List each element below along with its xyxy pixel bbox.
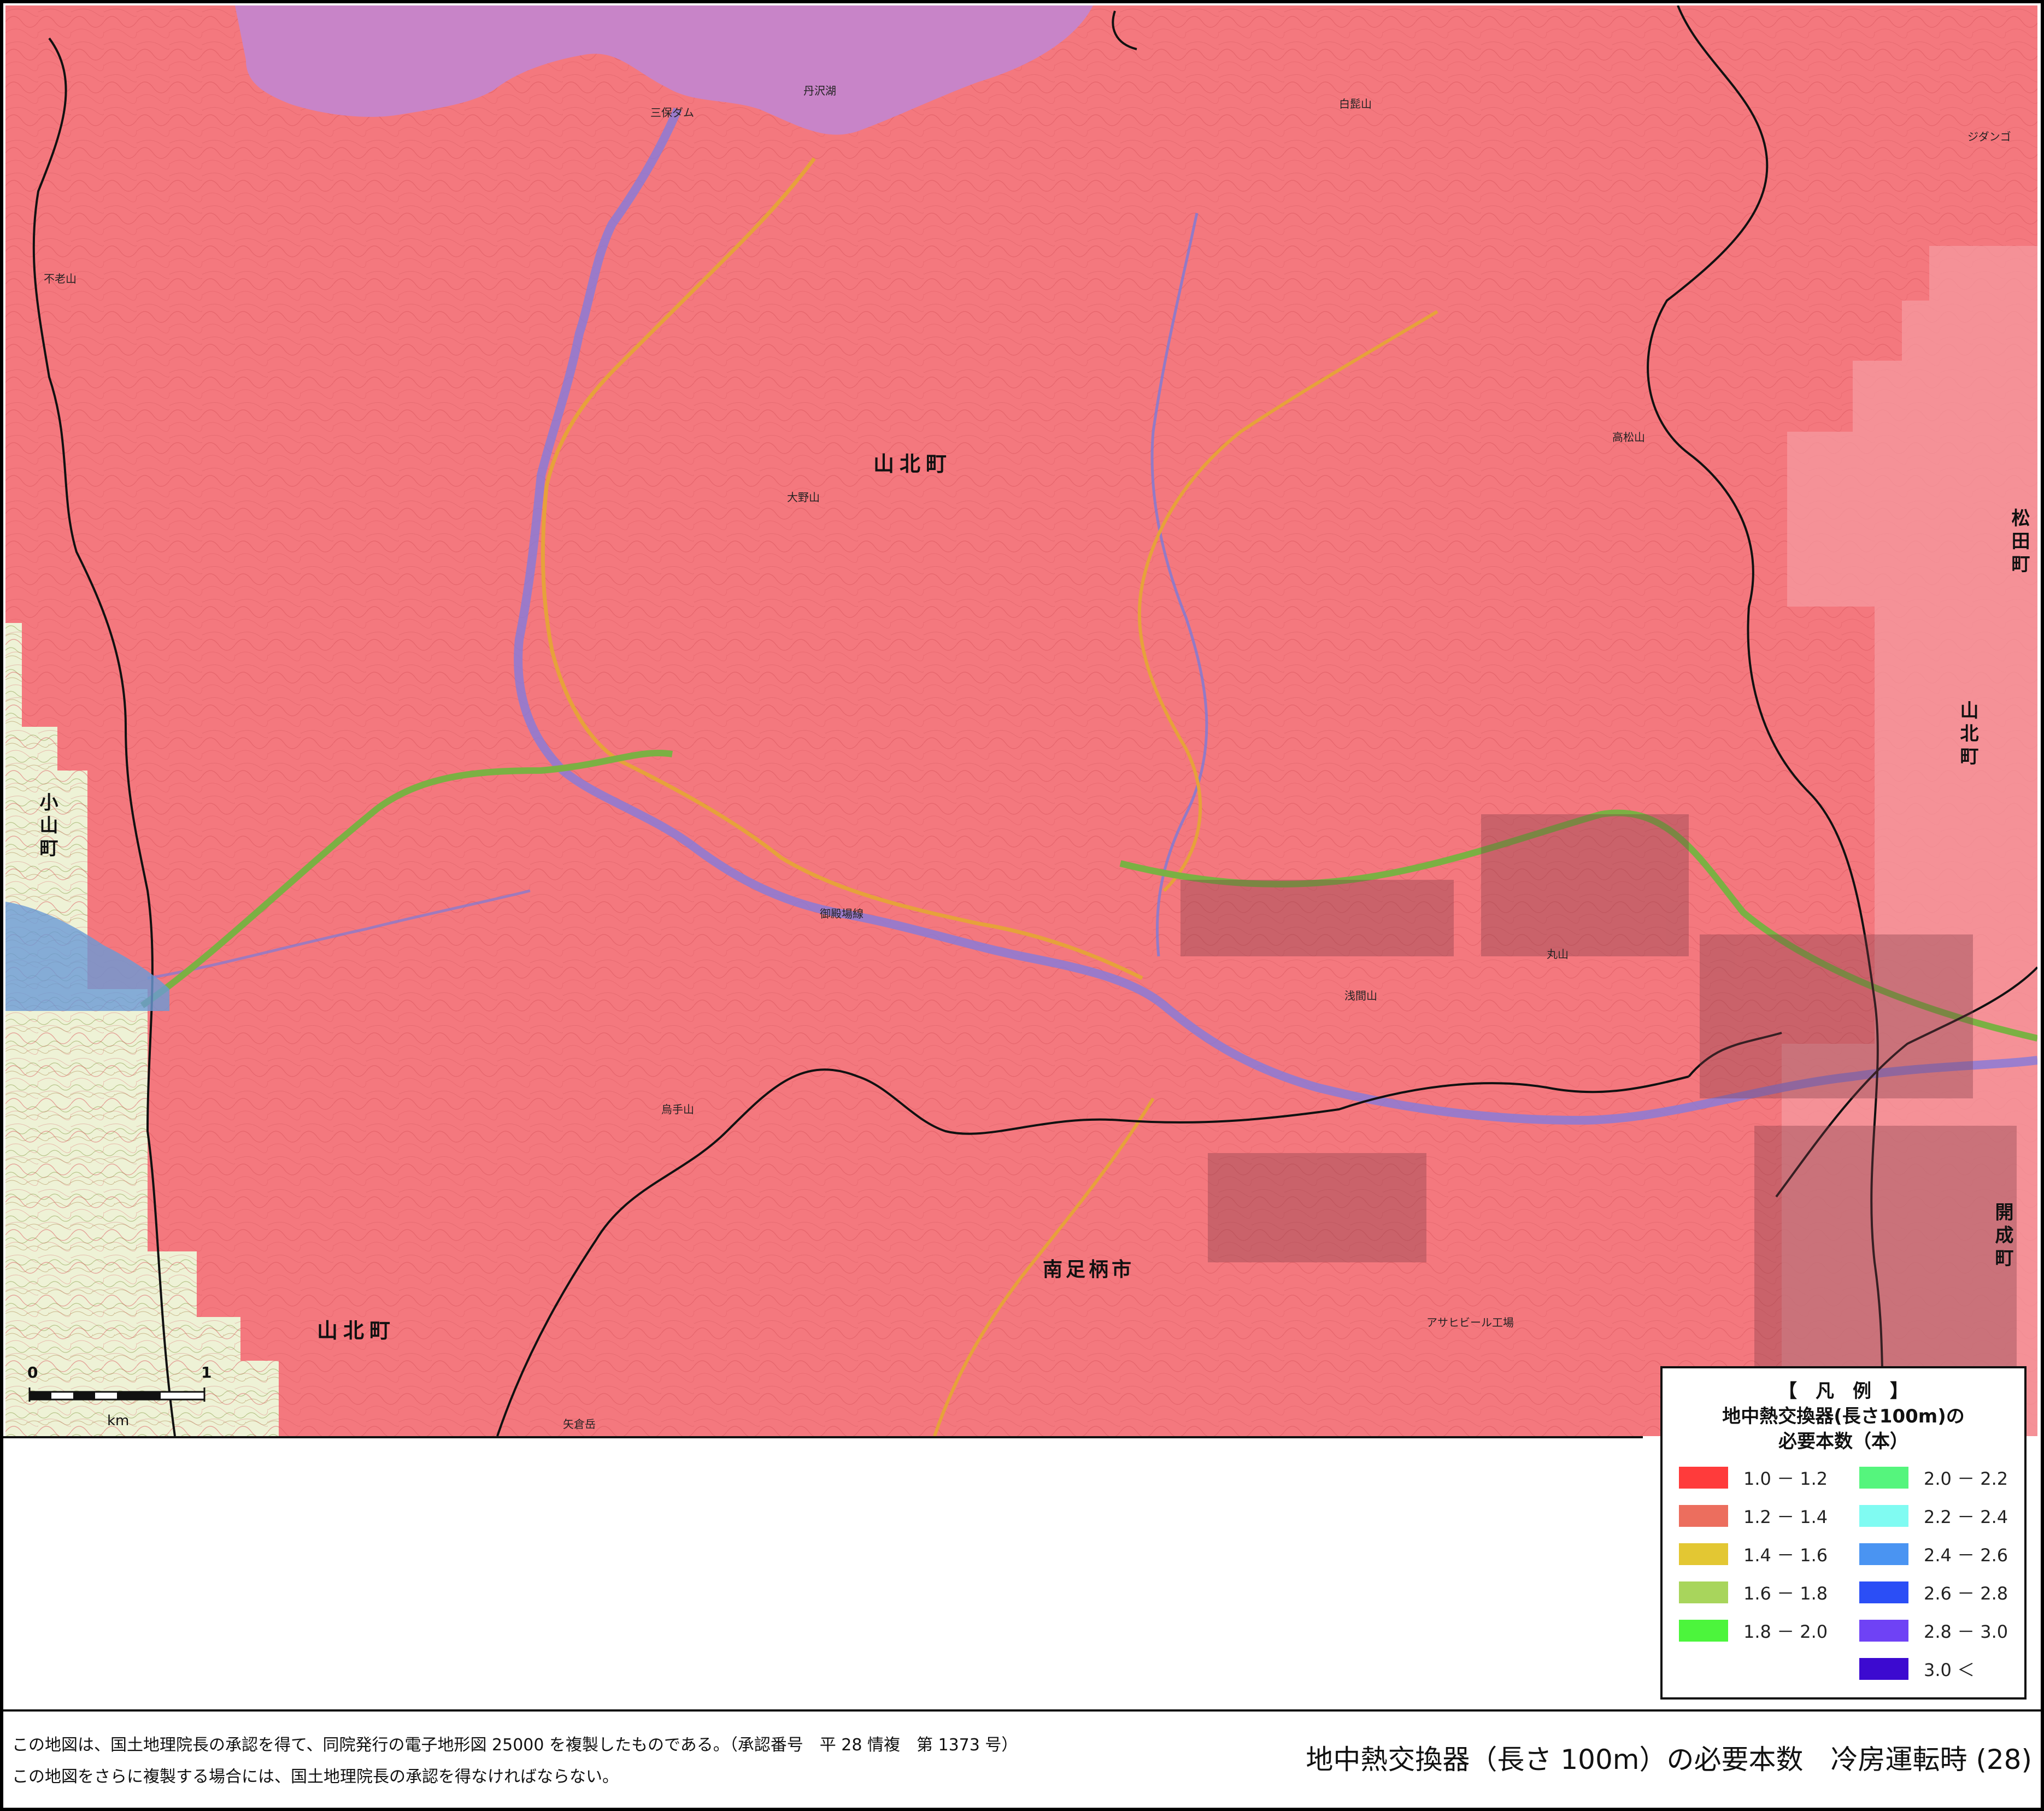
legend-label: 1.2 － 1.4 [1743, 1507, 1828, 1527]
feature-label-asahi-beer: アサヒビール工場 [1426, 1316, 1514, 1329]
legend-item: 1.2 － 1.4 [1679, 1504, 1828, 1528]
map-bottom-border [3, 1436, 1643, 1438]
place-label-matsuda: 松田町 [2008, 508, 2030, 577]
feature-label-sengen: 浅間山 [1344, 989, 1377, 1002]
legend-item: 2.0 － 2.2 [1859, 1466, 2008, 1490]
legend-swatch [1679, 1620, 1728, 1642]
legend-swatch [1679, 1581, 1728, 1603]
place-label-minamiashigara: 南足柄市 [1043, 1259, 1135, 1281]
copyright-note: この地図は、国土地理院長の承認を得て、同院発行の電子地形図 25000 を複製し… [12, 1736, 1018, 1755]
legend-item: 1.0 － 1.2 [1679, 1466, 1828, 1490]
legend-swatch [1859, 1543, 1908, 1565]
legend-swatch [1859, 1505, 1908, 1527]
legend-label: 2.4 － 2.6 [1924, 1545, 2008, 1566]
legend-title-line2: 必要本数（本） [1778, 1431, 1908, 1453]
legend-item: 2.6 － 2.8 [1859, 1580, 2008, 1604]
legend-label: 2.0 － 2.2 [1924, 1468, 2008, 1489]
legend-item: 1.4 － 1.6 [1679, 1542, 1828, 1566]
map-graphics [5, 5, 2037, 1436]
place-label-yamakita-center: 山北町 [873, 452, 953, 476]
feature-label-yagura: 矢倉岳 [563, 1418, 596, 1431]
legend-label: 1.4 － 1.6 [1743, 1545, 1828, 1566]
legend-item: 1.8 － 2.0 [1679, 1619, 1828, 1643]
scale-unit-label: km [107, 1413, 130, 1429]
scale-one-label: 1 [201, 1363, 212, 1381]
place-label-kaisei: 開成町 [1992, 1202, 2013, 1271]
legend-label: 1.6 － 1.8 [1743, 1583, 1828, 1604]
feature-label-maru: 丸山 [1547, 948, 1569, 961]
feature-label-oono: 大野山 [787, 491, 820, 504]
legend-label: 2.6 － 2.8 [1924, 1583, 2008, 1604]
place-label-yamakita-east: 山北町 [1957, 701, 1978, 769]
feature-label-jidanko: ジダンゴ [1967, 130, 2011, 143]
map-canvas[interactable]: 山北町 山北町 山北町 小山町 松田町 南足柄市 開成町 白髭山 高松山 大野山… [5, 5, 2037, 1436]
scale-bar-graphic [28, 1387, 205, 1402]
legend-swatch [1859, 1658, 1908, 1680]
legend-item: 3.0 ＜ [1859, 1657, 1975, 1681]
legend-swatch [1679, 1467, 1728, 1489]
feature-label-shiraishi: 白髭山 [1339, 97, 1372, 110]
feature-label-fuhaku: 不老山 [44, 272, 77, 285]
legend-swatch [1679, 1505, 1728, 1527]
legend-swatch [1859, 1620, 1908, 1642]
legend-label: 1.0 － 1.2 [1743, 1468, 1828, 1489]
legend-item: 2.8 － 3.0 [1859, 1619, 2008, 1643]
legend-swatch [1679, 1543, 1728, 1565]
map-title: 地中熱交換器（長さ 100m）の必要本数 冷房運転時 (28) [1306, 1744, 2032, 1775]
feature-label-eboshi: 烏手山 [661, 1103, 694, 1116]
scale-bar: 0 1 km [27, 1363, 235, 1434]
legend-swatch [1859, 1581, 1908, 1603]
feature-label-gotemba-line: 御殿場線 [820, 907, 864, 920]
legend-title-line1: 地中熱交換器(長さ100m)の [1722, 1406, 1965, 1427]
legend-bracket-title: 【 凡 例 】 [1778, 1380, 1908, 1402]
scale-zero-label: 0 [27, 1363, 38, 1381]
place-label-yamakita-southwest: 山北町 [317, 1319, 396, 1343]
legend-label: 2.8 － 3.0 [1924, 1621, 2008, 1642]
legend-swatch [1859, 1467, 1908, 1489]
legend-item: 2.2 － 2.4 [1859, 1504, 2008, 1528]
feature-label-tanzawa-ko: 丹沢湖 [803, 84, 836, 97]
legend-label: 1.8 － 2.0 [1743, 1621, 1828, 1642]
legend-label: 3.0 ＜ [1924, 1660, 1975, 1680]
legend: 【 凡 例 】 地中熱交換器(長さ100m)の 必要本数（本） 1.0 － 1.… [1660, 1366, 2027, 1700]
footer-divider [3, 1709, 2041, 1712]
reproduction-note: この地図をさらに複製する場合には、国土地理院長の承認を得なければならない。 [12, 1767, 619, 1786]
legend-item: 1.6 － 1.8 [1679, 1580, 1828, 1604]
legend-item: 2.4 － 2.6 [1859, 1542, 2008, 1566]
feature-label-takamatsu: 高松山 [1612, 431, 1645, 444]
legend-label: 2.2 － 2.4 [1924, 1507, 2008, 1527]
feature-label-miho-dam: 三保ダム [650, 106, 694, 119]
place-label-oyama: 小山町 [36, 792, 58, 861]
